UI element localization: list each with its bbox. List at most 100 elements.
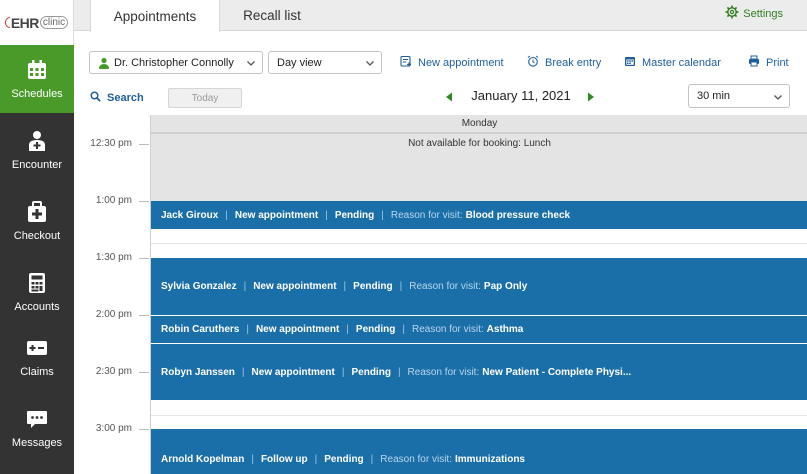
time-label: 3:00 pm <box>95 423 132 434</box>
new-appointment-button[interactable]: New appointment <box>400 55 504 70</box>
reason-label: Reason for visit: <box>407 366 480 378</box>
sidebar-item-schedules[interactable]: Schedules <box>0 45 74 113</box>
appointment-type: New appointment <box>253 281 337 292</box>
reason-label: Reason for visit: <box>411 324 484 335</box>
calculator-icon <box>26 272 48 294</box>
time-tick <box>139 315 149 316</box>
sidebar-item-accounts[interactable]: Accounts <box>0 258 74 326</box>
calendar-icon <box>26 59 48 81</box>
master-calendar-button[interactable]: Master calendar <box>624 55 721 70</box>
previous-day-button[interactable] <box>444 90 454 102</box>
person-icon <box>98 57 110 69</box>
sidebar: EHR clinic Schedules Encounter Checkout <box>0 0 74 474</box>
tab-bar: Appointments Recall list Settings <box>74 0 807 32</box>
print-button[interactable]: Print <box>748 55 789 70</box>
logo-main-text: EHR <box>10 14 40 31</box>
appointment-status: Pending <box>351 366 391 378</box>
reason-value: Pap Only <box>483 281 528 292</box>
slot-divider <box>151 243 807 244</box>
new-appointment-label: New appointment <box>418 56 504 69</box>
appointment-row[interactable]: Sylvia Gonzalez | New appointment | Pend… <box>151 258 807 315</box>
sidebar-item-label: Accounts <box>14 300 60 313</box>
day-calendar: 12:30 pm 1:00 pm 1:30 pm 2:00 pm 2:30 pm… <box>74 115 807 474</box>
appointment-row[interactable]: Jack Giroux | New appointment | Pending … <box>151 201 807 229</box>
printer-icon <box>748 55 766 70</box>
appointment-status: Pending <box>355 324 396 335</box>
search-icon <box>90 91 107 105</box>
time-tick <box>139 429 149 430</box>
tab-appointments[interactable]: Appointments <box>90 0 220 32</box>
appointment-status: Pending <box>334 209 375 221</box>
reason-value: Blood pressure check <box>465 209 571 221</box>
reason-value: Immunizations <box>454 454 525 465</box>
view-select-value: Day view <box>277 56 322 69</box>
gear-icon <box>725 5 743 22</box>
reason-value: New Patient - Complete Physi... <box>482 366 632 378</box>
chevron-down-icon <box>365 58 375 68</box>
sidebar-item-label: Checkout <box>13 229 61 242</box>
break-entry-button[interactable]: Break entry <box>527 55 601 70</box>
time-tick <box>139 201 149 202</box>
sidebar-item-label: Schedules <box>11 87 63 100</box>
time-tick <box>139 144 149 145</box>
settings-label: Settings <box>743 7 783 20</box>
reason-label: Reason for visit: <box>409 281 481 292</box>
chevron-down-icon <box>773 92 783 102</box>
reason-label: Reason for visit: <box>380 454 452 465</box>
appointment-type: New appointment <box>251 366 335 378</box>
patient-name: Sylvia Gonzalez <box>161 281 237 292</box>
appointment-type: New appointment <box>255 324 340 335</box>
today-button[interactable]: Today <box>168 88 242 108</box>
next-day-button[interactable] <box>586 90 596 102</box>
current-date: January 11, 2021 <box>471 88 571 103</box>
claims-card-icon <box>26 337 48 359</box>
logo-sub-text: clinic <box>39 16 69 29</box>
time-label: 2:30 pm <box>95 366 132 377</box>
interval-select-value: 30 min <box>697 90 731 102</box>
slot-divider <box>151 415 807 416</box>
chevron-down-icon <box>246 58 256 68</box>
appointment-row[interactable]: Arnold Kopelman | Follow up | Pending | … <box>151 429 807 474</box>
appointment-row[interactable]: Robyn Janssen | New appointment | Pendin… <box>151 344 807 400</box>
patient-name: Arnold Kopelman <box>161 454 245 465</box>
sidebar-item-checkout[interactable]: Checkout <box>0 187 74 255</box>
time-tick <box>139 372 149 373</box>
tab-recall-list[interactable]: Recall list <box>220 0 324 31</box>
time-tick <box>139 258 149 259</box>
patient-name: Jack Giroux <box>161 209 219 221</box>
appointment-status: Pending <box>324 454 364 465</box>
search-label: Search <box>107 92 144 104</box>
unavailable-label: Not available for booking: Lunch <box>408 138 551 149</box>
provider-select-value: Dr. Christopher Connolly <box>114 56 234 69</box>
time-label: 12:30 pm <box>90 138 132 149</box>
sidebar-item-label: Encounter <box>11 158 63 171</box>
appointment-status: Pending <box>353 281 393 292</box>
patient-name: Robyn Janssen <box>161 366 235 378</box>
day-header: Monday <box>151 115 807 133</box>
settings-link[interactable]: Settings <box>725 5 783 22</box>
calendar-icon <box>624 55 642 70</box>
patient-name: Robin Caruthers <box>161 324 240 335</box>
day-column: Monday Not available for booking: Lunch … <box>150 115 807 474</box>
sidebar-item-encounter[interactable]: Encounter <box>0 116 74 184</box>
alarm-clock-icon <box>527 55 545 70</box>
time-label: 1:30 pm <box>95 252 132 263</box>
appointment-row[interactable]: Robin Caruthers | New appointment | Pend… <box>151 316 807 343</box>
unavailable-block: Not available for booking: Lunch <box>151 133 807 201</box>
sidebar-item-label: Messages <box>11 436 63 449</box>
provider-select[interactable]: Dr. Christopher Connolly <box>89 51 263 74</box>
doctor-icon <box>26 130 48 152</box>
triangle-left-icon <box>446 92 452 102</box>
interval-select[interactable]: 30 min <box>688 84 790 108</box>
sidebar-item-claims[interactable]: Claims <box>0 323 74 391</box>
triangle-right-icon <box>588 92 594 102</box>
sidebar-item-messages[interactable]: Messages <box>0 394 74 462</box>
time-label: 2:00 pm <box>95 309 132 320</box>
time-label: 1:00 pm <box>95 195 132 206</box>
view-select[interactable]: Day view <box>268 51 382 74</box>
search-button[interactable]: Search <box>90 91 144 105</box>
appointment-type: Follow up <box>260 454 308 465</box>
break-entry-label: Break entry <box>545 56 602 69</box>
reason-label: Reason for visit: <box>390 209 463 221</box>
sidebar-item-label: Claims <box>20 365 54 378</box>
